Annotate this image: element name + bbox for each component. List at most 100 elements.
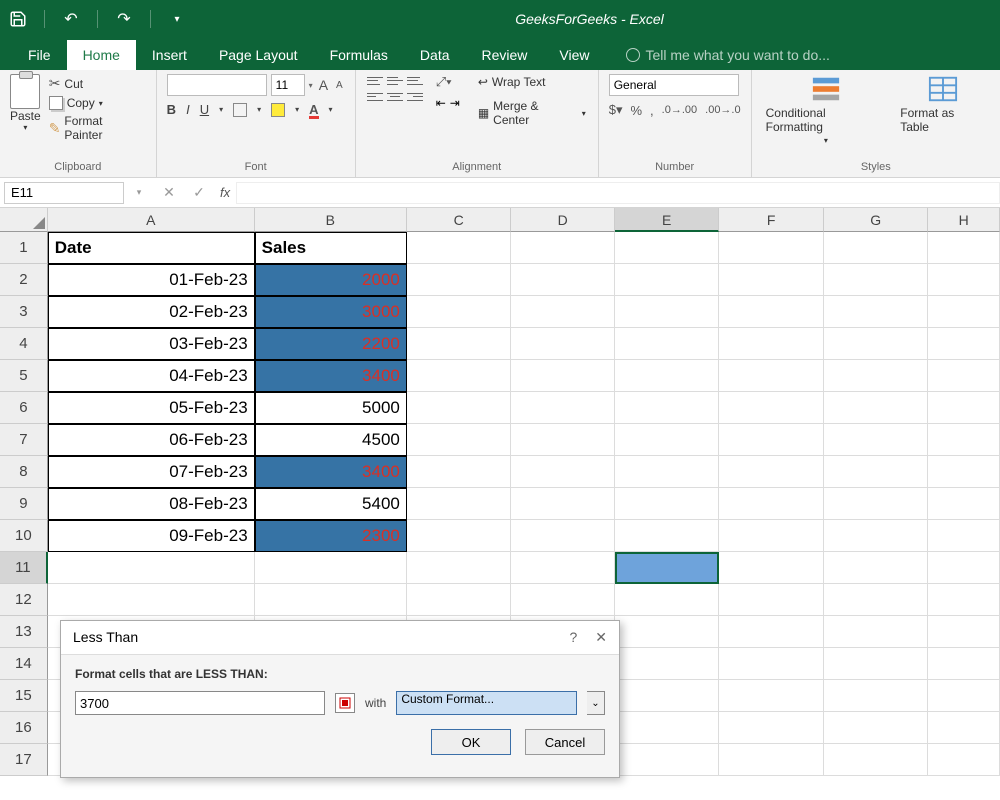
formula-input[interactable] [236, 182, 1000, 204]
cell[interactable] [48, 584, 255, 616]
cell[interactable]: 3400 [255, 456, 407, 488]
cell[interactable] [824, 584, 928, 616]
cell[interactable] [824, 616, 928, 648]
underline-button[interactable]: U [200, 102, 209, 117]
cell[interactable] [719, 424, 823, 456]
italic-button[interactable]: I [186, 102, 190, 117]
cell[interactable] [928, 424, 1000, 456]
tab-file[interactable]: File [12, 40, 67, 70]
row-header[interactable]: 11 [0, 552, 48, 584]
cell[interactable] [407, 584, 511, 616]
cell[interactable] [719, 584, 823, 616]
row-header[interactable]: 9 [0, 488, 48, 520]
row-header[interactable]: 4 [0, 328, 48, 360]
cell[interactable] [719, 520, 823, 552]
cell[interactable] [824, 680, 928, 712]
align-left-icon[interactable] [366, 90, 384, 104]
increase-decimal-icon[interactable]: .0→.00 [662, 104, 697, 116]
cell[interactable]: 4500 [255, 424, 407, 456]
decrease-decimal-icon[interactable]: .00→.0 [705, 104, 740, 116]
cell[interactable]: 3000 [255, 296, 407, 328]
borders-icon[interactable] [233, 103, 247, 117]
cell[interactable]: 01-Feb-23 [48, 264, 255, 296]
merge-center-button[interactable]: ▦Merge & Center▾ [476, 98, 588, 128]
redo-icon[interactable]: ↷ [114, 9, 134, 29]
cell[interactable] [407, 520, 511, 552]
cell[interactable] [824, 328, 928, 360]
cell[interactable] [407, 232, 511, 264]
orientation-icon[interactable]: ⤢▾ [436, 74, 460, 90]
cell[interactable]: 03-Feb-23 [48, 328, 255, 360]
format-select[interactable]: Custom Format... [396, 691, 577, 715]
cell[interactable] [824, 360, 928, 392]
tab-home[interactable]: Home [67, 40, 136, 70]
chevron-down-icon[interactable]: ⌄ [587, 691, 605, 715]
save-icon[interactable] [8, 9, 28, 29]
fx-icon[interactable]: fx [214, 185, 236, 200]
cell[interactable]: 2000 [255, 264, 407, 296]
cell[interactable] [719, 488, 823, 520]
cell[interactable] [615, 424, 719, 456]
cell[interactable] [615, 360, 719, 392]
cell[interactable]: 5000 [255, 392, 407, 424]
cell[interactable]: Sales [255, 232, 407, 264]
cell[interactable] [928, 360, 1000, 392]
cell[interactable] [615, 712, 719, 744]
font-name-input[interactable] [167, 74, 267, 96]
row-header[interactable]: 3 [0, 296, 48, 328]
cell[interactable] [719, 552, 823, 584]
increase-indent-icon[interactable]: ⇥ [450, 96, 460, 110]
row-header[interactable]: 2 [0, 264, 48, 296]
cell[interactable] [719, 296, 823, 328]
col-header[interactable]: A [48, 208, 255, 232]
cell[interactable] [615, 264, 719, 296]
cell[interactable]: 5400 [255, 488, 407, 520]
cell[interactable] [824, 648, 928, 680]
cell[interactable] [511, 424, 615, 456]
cell[interactable] [824, 456, 928, 488]
cell[interactable] [928, 712, 1000, 744]
paste-button[interactable]: Paste ▾ [10, 74, 41, 132]
cell[interactable]: 2300 [255, 520, 407, 552]
cell[interactable] [928, 456, 1000, 488]
undo-icon[interactable]: ↶ [61, 9, 81, 29]
row-header[interactable]: 14 [0, 648, 48, 680]
tab-page-layout[interactable]: Page Layout [203, 40, 314, 70]
row-header[interactable]: 5 [0, 360, 48, 392]
cell[interactable] [928, 392, 1000, 424]
align-bottom-icon[interactable] [406, 74, 424, 88]
cell[interactable]: 2200 [255, 328, 407, 360]
row-header[interactable]: 17 [0, 744, 48, 776]
cell[interactable] [719, 328, 823, 360]
cell[interactable] [511, 552, 614, 584]
cell[interactable] [928, 232, 1000, 264]
cell[interactable] [615, 520, 719, 552]
dialog-titlebar[interactable]: Less Than ? ✕ [61, 621, 619, 655]
cell[interactable] [824, 392, 928, 424]
namebox-dropdown-icon[interactable]: ▾ [124, 187, 154, 198]
cell[interactable] [615, 584, 719, 616]
cell[interactable]: 06-Feb-23 [48, 424, 255, 456]
bold-button[interactable]: B [167, 102, 176, 117]
cell[interactable]: 09-Feb-23 [48, 520, 255, 552]
row-header[interactable]: 13 [0, 616, 48, 648]
tab-formulas[interactable]: Formulas [314, 40, 404, 70]
align-right-icon[interactable] [406, 90, 424, 104]
cell[interactable] [407, 328, 511, 360]
cell[interactable] [824, 424, 928, 456]
ok-button[interactable]: OK [431, 729, 511, 755]
tell-me-search[interactable]: Tell me what you want to do... [606, 40, 830, 70]
cell[interactable] [928, 552, 1000, 584]
tab-data[interactable]: Data [404, 40, 466, 70]
row-header[interactable]: 10 [0, 520, 48, 552]
cell[interactable] [615, 648, 719, 680]
cell[interactable] [511, 584, 615, 616]
cell[interactable] [407, 296, 511, 328]
cell[interactable] [719, 648, 823, 680]
wrap-text-button[interactable]: ↩Wrap Text [476, 74, 588, 90]
cell[interactable] [407, 552, 511, 584]
col-header[interactable]: G [824, 208, 928, 232]
cell[interactable] [824, 520, 928, 552]
help-icon[interactable]: ? [569, 629, 577, 646]
row-header[interactable]: 7 [0, 424, 48, 456]
